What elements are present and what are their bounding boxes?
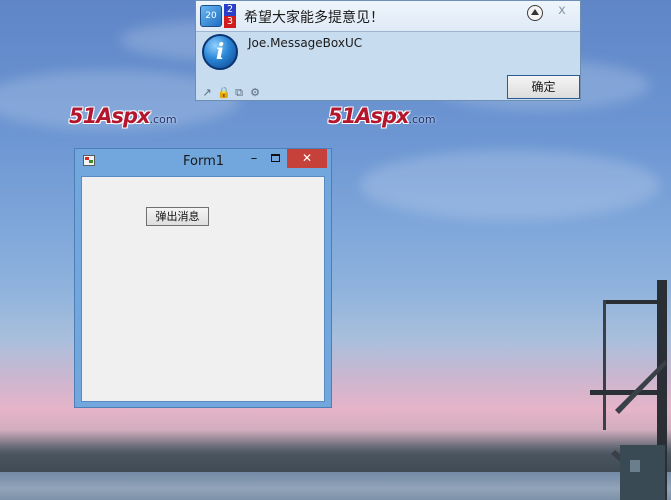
form-app-icon: [83, 155, 95, 166]
maximize-button[interactable]: [271, 154, 280, 162]
watermark-logo: 51Aspx.com: [69, 104, 177, 128]
number-bottom: 3: [224, 16, 236, 28]
copy-icon[interactable]: ⧉: [233, 87, 245, 99]
message-notification-popup: 20 2 3 希望大家能多提意见！ x i Joe.MessageBoxUC 确…: [195, 0, 581, 101]
minimize-button[interactable]: –: [247, 151, 261, 169]
water: [0, 472, 671, 500]
info-icon: i: [202, 34, 238, 70]
show-message-button[interactable]: 弹出消息: [146, 207, 209, 226]
number-top: 2: [224, 4, 236, 16]
link-icon[interactable]: ↗: [201, 87, 213, 99]
form1-window: Form1 – ✕ 弹出消息: [74, 148, 332, 408]
form1-titlebar[interactable]: Form1 – ✕: [75, 149, 331, 175]
ok-button[interactable]: 确定: [507, 75, 580, 99]
collapse-up-button[interactable]: [527, 5, 543, 21]
notification-title: 希望大家能多提意见！: [244, 10, 384, 26]
notification-close-icon[interactable]: x: [555, 4, 569, 18]
number-stack-icon: 2 3: [224, 4, 236, 28]
watermark-logo-main: 51Aspx: [328, 104, 410, 128]
watermark-logo-suffix: .com: [149, 113, 177, 126]
watermark-logo-main: 51Aspx: [69, 104, 151, 128]
watermark-logo: 51Aspx.com: [328, 104, 436, 128]
close-button[interactable]: ✕: [287, 149, 327, 168]
form1-client-area: 弹出消息: [81, 176, 325, 402]
windmill-silhouette: [590, 280, 667, 500]
watermark-logo-suffix: .com: [408, 113, 436, 126]
form1-title: Form1: [183, 154, 225, 169]
notification-footer-icons: ↗ 🔒 ⧉ ⚙: [201, 87, 265, 101]
notification-message: Joe.MessageBoxUC: [248, 36, 363, 50]
gear-icon[interactable]: ⚙: [249, 87, 261, 99]
notification-header: 20 2 3 希望大家能多提意见！ x: [196, 1, 580, 32]
calendar-app-icon: 20: [200, 5, 222, 27]
lock-icon[interactable]: 🔒: [217, 87, 231, 99]
cloud: [360, 150, 660, 220]
